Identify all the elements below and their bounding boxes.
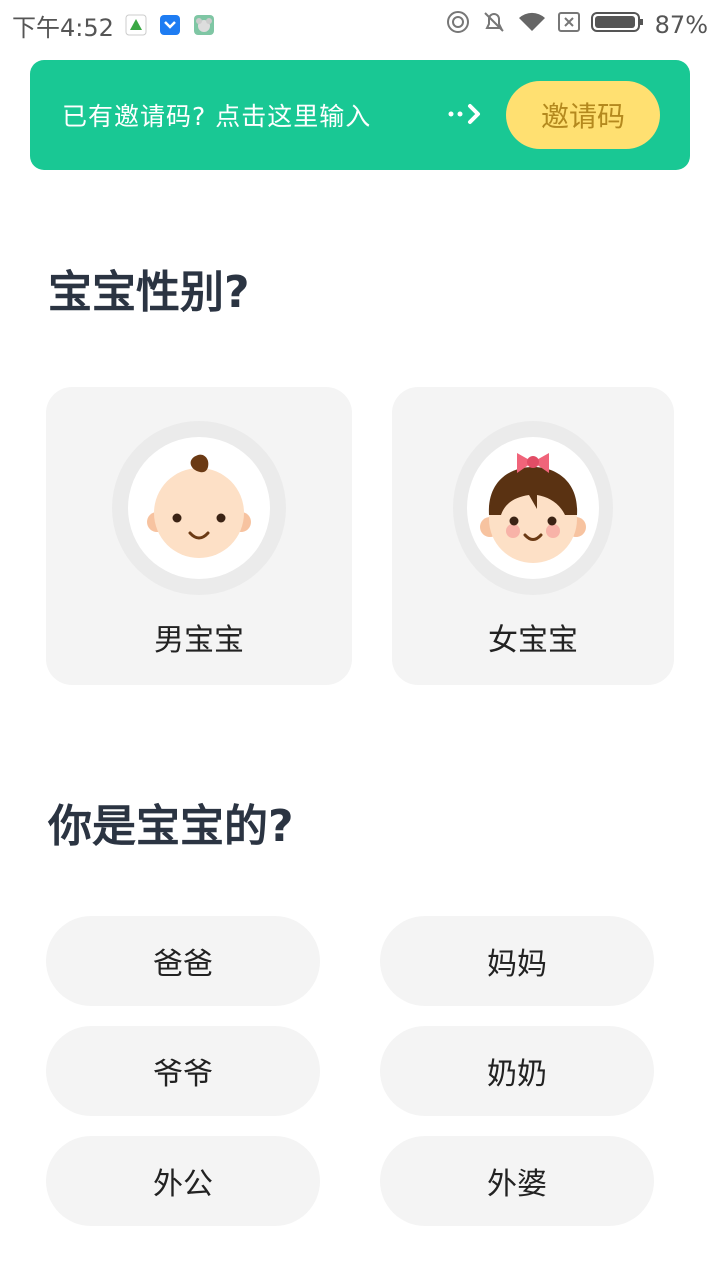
baby-girl-icon	[480, 453, 586, 563]
mute-bell-icon	[481, 9, 507, 41]
role-option-maternal-grandfather[interactable]: 外公	[46, 1136, 320, 1226]
hotspot-icon	[445, 9, 471, 41]
status-time: 下午4:52	[12, 13, 114, 42]
no-sim-icon	[557, 10, 581, 40]
wifi-icon	[517, 10, 547, 40]
gender-option-label: 男宝宝	[154, 623, 244, 658]
invite-banner[interactable]: 已有邀请码? 点击这里输入 邀请码	[30, 60, 690, 170]
gender-option-label: 女宝宝	[488, 623, 578, 658]
role-option-paternal-grandfather[interactable]: 爷爷	[46, 1026, 320, 1116]
gender-option-boy[interactable]: 男宝宝	[46, 387, 352, 685]
battery-icon	[590, 10, 645, 40]
baby-boy-icon	[147, 454, 251, 558]
app-notification-icon	[124, 13, 148, 37]
status-bar-left: 下午4:52	[12, 8, 216, 43]
invite-banner-text[interactable]: 已有邀请码? 点击这里输入	[62, 97, 371, 133]
role-section-title: 你是宝宝的?	[48, 801, 294, 852]
battery-percent: 87%	[654, 11, 708, 39]
status-bar: 下午4:52 87%	[0, 0, 720, 50]
role-option-paternal-grandmother[interactable]: 奶奶	[380, 1026, 654, 1116]
role-option-mother[interactable]: 妈妈	[380, 916, 654, 1006]
arrow-right-icon	[446, 102, 486, 132]
shield-app-icon	[158, 13, 182, 37]
role-option-maternal-grandmother[interactable]: 外婆	[380, 1136, 654, 1226]
status-bar-right: 87%	[445, 9, 708, 41]
invite-code-button[interactable]: 邀请码	[506, 81, 660, 149]
gender-option-girl[interactable]: 女宝宝	[392, 387, 674, 685]
koala-app-icon	[192, 13, 216, 37]
role-option-father[interactable]: 爸爸	[46, 916, 320, 1006]
gender-section-title: 宝宝性别?	[48, 267, 250, 318]
